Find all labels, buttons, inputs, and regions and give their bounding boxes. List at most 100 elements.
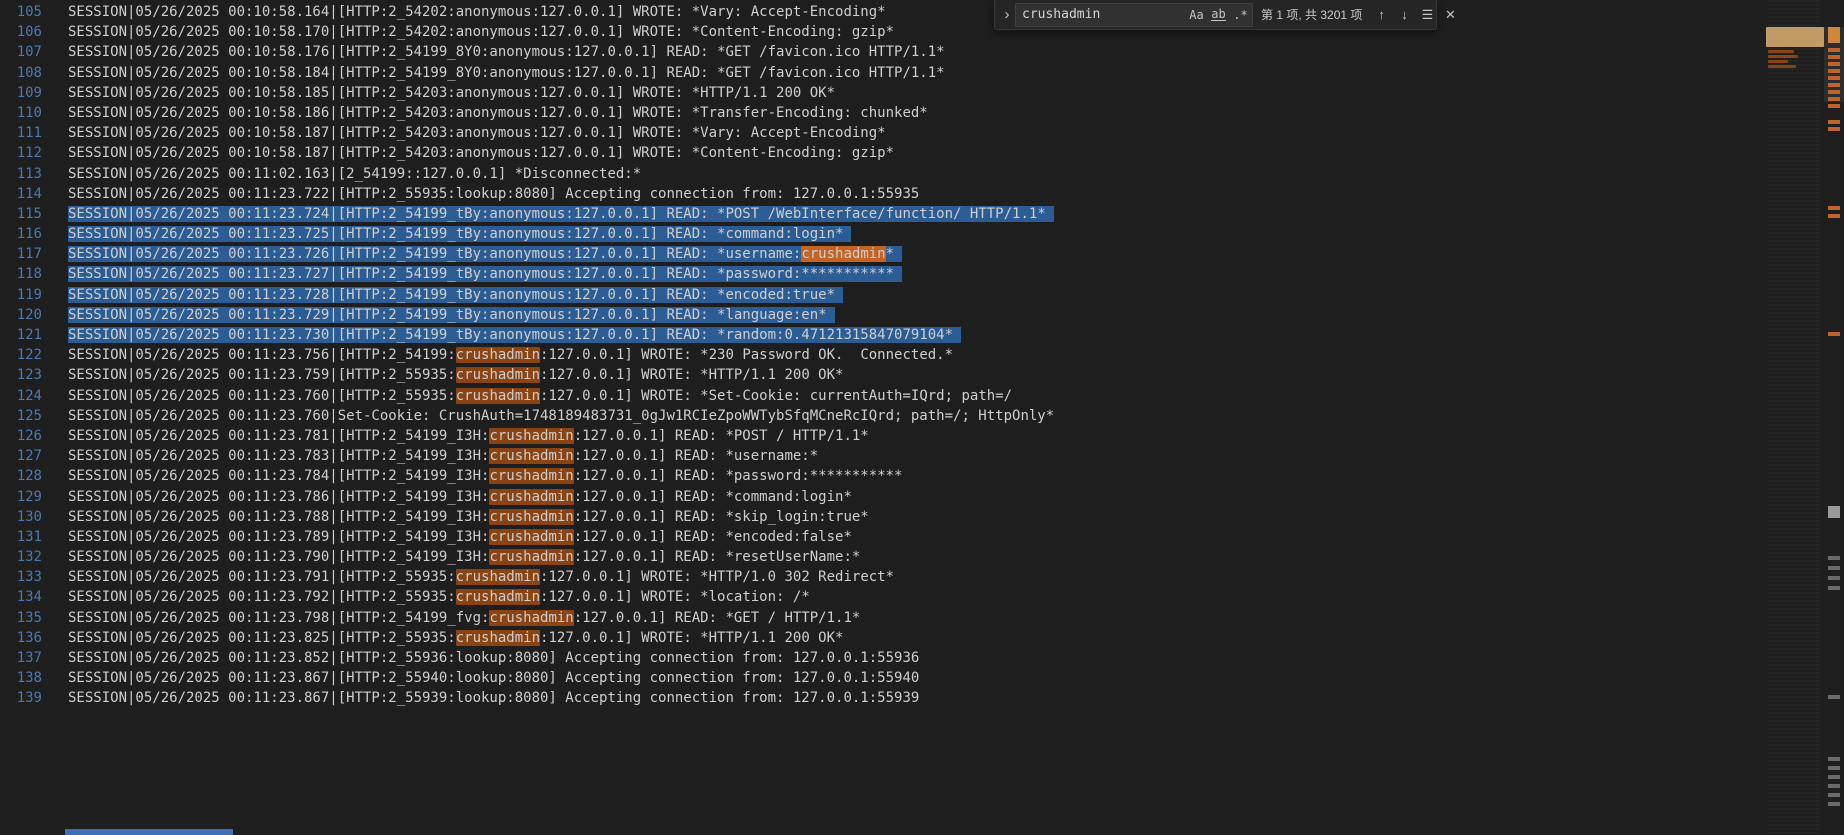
line-number[interactable]: 126	[0, 426, 68, 446]
find-in-selection-button[interactable]: ☰	[1417, 4, 1438, 25]
log-line[interactable]: 122 SESSION|05/26/2025 00:11:23.756|[HTTP…	[0, 345, 1764, 365]
log-line[interactable]: 128 SESSION|05/26/2025 00:11:23.784|[HTTP…	[0, 466, 1764, 486]
log-line[interactable]: 135 SESSION|05/26/2025 00:11:23.798|[HTTP…	[0, 608, 1764, 628]
line-number[interactable]: 122	[0, 345, 68, 365]
line-number[interactable]: 119	[0, 285, 68, 305]
line-number[interactable]: 118	[0, 264, 68, 284]
log-line-text[interactable]: SESSION|05/26/2025 00:10:58.164|[HTTP:2_…	[68, 2, 886, 22]
line-number[interactable]: 128	[0, 466, 68, 486]
log-line[interactable]: 116 SESSION|05/26/2025 00:11:23.725|[HTTP…	[0, 224, 1764, 244]
log-line[interactable]: 125 SESSION|05/26/2025 00:11:23.760|Set-C…	[0, 406, 1764, 426]
line-number[interactable]: 124	[0, 386, 68, 406]
log-line-text[interactable]: SESSION|05/26/2025 00:11:23.760|[HTTP:2_…	[68, 386, 1012, 406]
log-line[interactable]: 127 SESSION|05/26/2025 00:11:23.783|[HTTP…	[0, 446, 1764, 466]
log-line-text[interactable]: SESSION|05/26/2025 00:11:23.788|[HTTP:2_…	[68, 507, 869, 527]
log-line-text[interactable]: SESSION|05/26/2025 00:10:58.185|[HTTP:2_…	[68, 83, 835, 103]
log-line-text[interactable]: SESSION|05/26/2025 00:11:23.759|[HTTP:2_…	[68, 365, 843, 385]
line-number[interactable]: 113	[0, 164, 68, 184]
line-number[interactable]: 108	[0, 63, 68, 83]
log-line-text[interactable]: SESSION|05/26/2025 00:11:23.867|[HTTP:2_…	[68, 688, 919, 708]
log-line[interactable]: 121 SESSION|05/26/2025 00:11:23.730|[HTTP…	[0, 325, 1764, 345]
line-number[interactable]: 107	[0, 42, 68, 62]
log-line-text[interactable]: SESSION|05/26/2025 00:11:23.783|[HTTP:2_…	[68, 446, 818, 466]
log-line-text[interactable]: SESSION|05/26/2025 00:11:23.867|[HTTP:2_…	[68, 668, 919, 688]
log-line-text[interactable]: SESSION|05/26/2025 00:11:23.756|[HTTP:2_…	[68, 345, 953, 365]
log-line[interactable]: 133 SESSION|05/26/2025 00:11:23.791|[HTTP…	[0, 567, 1764, 587]
line-number[interactable]: 136	[0, 628, 68, 648]
line-number[interactable]: 120	[0, 305, 68, 325]
log-line-text[interactable]: SESSION|05/26/2025 00:11:23.728|[HTTP:2_…	[68, 285, 844, 305]
log-line[interactable]: 129 SESSION|05/26/2025 00:11:23.786|[HTTP…	[0, 487, 1764, 507]
log-line[interactable]: 105 SESSION|05/26/2025 00:10:58.164|[HTTP…	[0, 2, 1764, 22]
log-line-text[interactable]: SESSION|05/26/2025 00:11:23.790|[HTTP:2_…	[68, 547, 860, 567]
log-line[interactable]: 130 SESSION|05/26/2025 00:11:23.788|[HTTP…	[0, 507, 1764, 527]
whole-word-toggle[interactable]: ab	[1208, 5, 1229, 25]
log-line-text[interactable]: SESSION|05/26/2025 00:10:58.184|[HTTP:2_…	[68, 63, 945, 83]
log-line-text[interactable]: SESSION|05/26/2025 00:11:23.792|[HTTP:2_…	[68, 587, 810, 607]
log-line-text[interactable]: SESSION|05/26/2025 00:11:23.786|[HTTP:2_…	[68, 487, 852, 507]
line-number[interactable]: 133	[0, 567, 68, 587]
log-line-text[interactable]: SESSION|05/26/2025 00:11:23.724|[HTTP:2_…	[68, 204, 1054, 224]
line-number[interactable]: 130	[0, 507, 68, 527]
log-line-text[interactable]: SESSION|05/26/2025 00:11:23.725|[HTTP:2_…	[68, 224, 852, 244]
find-next-button[interactable]: ↓	[1394, 4, 1415, 25]
match-case-toggle[interactable]: Aa	[1186, 5, 1207, 25]
log-line[interactable]: 119 SESSION|05/26/2025 00:11:23.728|[HTTP…	[0, 285, 1764, 305]
log-line[interactable]: 131 SESSION|05/26/2025 00:11:23.789|[HTTP…	[0, 527, 1764, 547]
log-line-text[interactable]: SESSION|05/26/2025 00:11:23.726|[HTTP:2_…	[68, 244, 903, 264]
log-line[interactable]: 108 SESSION|05/26/2025 00:10:58.184|[HTTP…	[0, 63, 1764, 83]
log-line[interactable]: 132 SESSION|05/26/2025 00:11:23.790|[HTTP…	[0, 547, 1764, 567]
log-line[interactable]: 106 SESSION|05/26/2025 00:10:58.170|[HTTP…	[0, 22, 1764, 42]
line-number[interactable]: 117	[0, 244, 68, 264]
line-number[interactable]: 125	[0, 406, 68, 426]
log-line-text[interactable]: SESSION|05/26/2025 00:11:23.784|[HTTP:2_…	[68, 466, 902, 486]
line-number[interactable]: 114	[0, 184, 68, 204]
log-line[interactable]: 138 SESSION|05/26/2025 00:11:23.867|[HTTP…	[0, 668, 1764, 688]
log-line-text[interactable]: SESSION|05/26/2025 00:11:23.781|[HTTP:2_…	[68, 426, 869, 446]
log-line-text[interactable]: SESSION|05/26/2025 00:10:58.186|[HTTP:2_…	[68, 103, 928, 123]
log-line-text[interactable]: SESSION|05/26/2025 00:10:58.187|[HTTP:2_…	[68, 123, 886, 143]
log-line[interactable]: 112 SESSION|05/26/2025 00:10:58.187|[HTTP…	[0, 143, 1764, 163]
log-line[interactable]: 117 SESSION|05/26/2025 00:11:23.726|[HTTP…	[0, 244, 1764, 264]
log-line[interactable]: 114 SESSION|05/26/2025 00:11:23.722|[HTTP…	[0, 184, 1764, 204]
toggle-replace-button[interactable]: ›	[999, 0, 1015, 29]
log-line-text[interactable]: SESSION|05/26/2025 00:11:23.798|[HTTP:2_…	[68, 608, 860, 628]
editor-area[interactable]: 105 SESSION|05/26/2025 00:10:58.164|[HTTP…	[0, 0, 1844, 835]
line-number[interactable]: 139	[0, 688, 68, 708]
find-previous-button[interactable]: ↑	[1371, 4, 1392, 25]
log-line-text[interactable]: SESSION|05/26/2025 00:11:23.727|[HTTP:2_…	[68, 264, 903, 284]
line-number[interactable]: 123	[0, 365, 68, 385]
log-line[interactable]: 134 SESSION|05/26/2025 00:11:23.792|[HTTP…	[0, 587, 1764, 607]
line-number[interactable]: 127	[0, 446, 68, 466]
minimap[interactable]	[1766, 0, 1824, 835]
line-number[interactable]: 111	[0, 123, 68, 143]
log-line-text[interactable]: SESSION|05/26/2025 00:11:23.789|[HTTP:2_…	[68, 527, 852, 547]
line-number[interactable]: 135	[0, 608, 68, 628]
log-line-text[interactable]: SESSION|05/26/2025 00:11:23.730|[HTTP:2_…	[68, 325, 962, 345]
line-number[interactable]: 115	[0, 204, 68, 224]
log-line-text[interactable]: SESSION|05/26/2025 00:11:23.722|[HTTP:2_…	[68, 184, 919, 204]
log-line-text[interactable]: SESSION|05/26/2025 00:11:23.791|[HTTP:2_…	[68, 567, 894, 587]
log-line[interactable]: 118 SESSION|05/26/2025 00:11:23.727|[HTTP…	[0, 264, 1764, 284]
log-line[interactable]: 136 SESSION|05/26/2025 00:11:23.825|[HTTP…	[0, 628, 1764, 648]
line-number[interactable]: 112	[0, 143, 68, 163]
log-line-text[interactable]: SESSION|05/26/2025 00:11:02.163|[2_54199…	[68, 164, 641, 184]
line-number[interactable]: 121	[0, 325, 68, 345]
line-number[interactable]: 137	[0, 648, 68, 668]
log-line[interactable]: 124 SESSION|05/26/2025 00:11:23.760|[HTTP…	[0, 386, 1764, 406]
log-line[interactable]: 139 SESSION|05/26/2025 00:11:23.867|[HTTP…	[0, 688, 1764, 708]
log-line[interactable]: 137 SESSION|05/26/2025 00:11:23.852|[HTTP…	[0, 648, 1764, 668]
find-close-button[interactable]: ✕	[1440, 4, 1461, 25]
line-number[interactable]: 132	[0, 547, 68, 567]
log-line-text[interactable]: SESSION|05/26/2025 00:10:58.176|[HTTP:2_…	[68, 42, 945, 62]
line-number[interactable]: 116	[0, 224, 68, 244]
line-number[interactable]: 110	[0, 103, 68, 123]
line-number[interactable]: 131	[0, 527, 68, 547]
log-line[interactable]: 123 SESSION|05/26/2025 00:11:23.759|[HTTP…	[0, 365, 1764, 385]
line-number[interactable]: 134	[0, 587, 68, 607]
log-line-text[interactable]: SESSION|05/26/2025 00:11:23.852|[HTTP:2_…	[68, 648, 919, 668]
vertical-scrollbar[interactable]	[1824, 0, 1844, 835]
line-number[interactable]: 129	[0, 487, 68, 507]
log-line[interactable]: 110 SESSION|05/26/2025 00:10:58.186|[HTTP…	[0, 103, 1764, 123]
log-line[interactable]: 113 SESSION|05/26/2025 00:11:02.163|[2_54…	[0, 164, 1764, 184]
